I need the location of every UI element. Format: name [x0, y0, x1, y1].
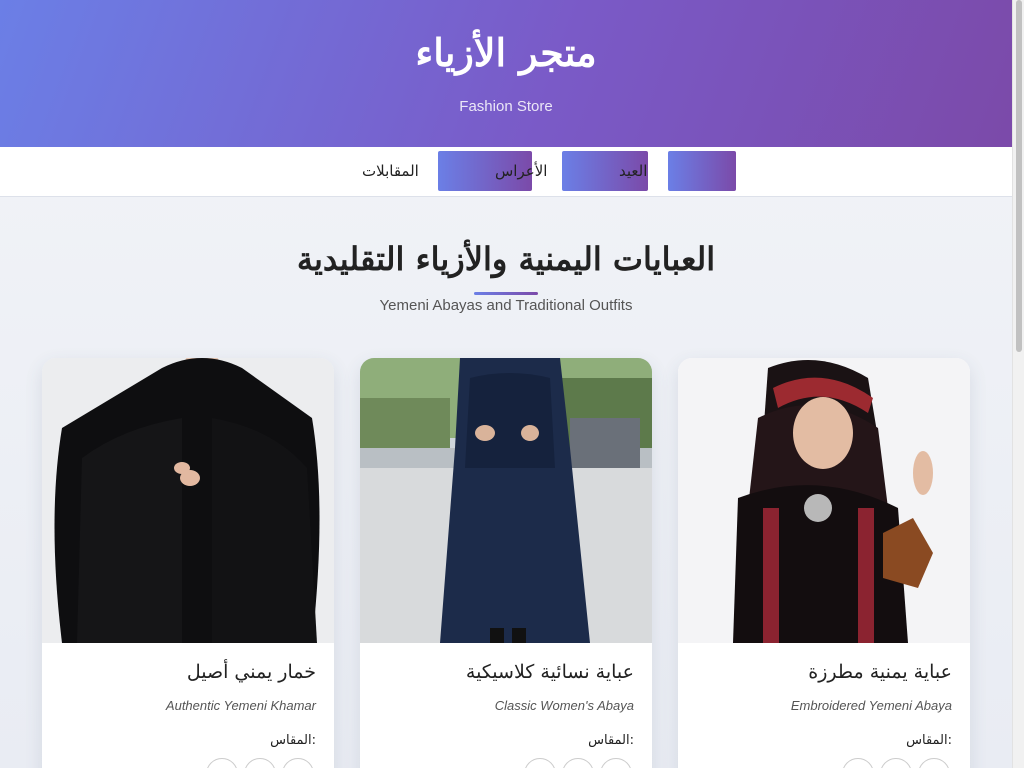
product-english-name: Authentic Yemeni Khamar: [165, 698, 316, 713]
category-nav: المقابلات الأعراس العيد: [0, 147, 1012, 197]
size-option[interactable]: [244, 758, 276, 768]
product-name: خمار يمني أصيل: [186, 661, 316, 683]
size-option[interactable]: [842, 758, 874, 768]
size-option[interactable]: [562, 758, 594, 768]
vertical-scrollbar[interactable]: [1012, 0, 1024, 768]
size-option[interactable]: [918, 758, 950, 768]
product-english-name: Classic Women's Abaya: [494, 698, 634, 713]
size-option[interactable]: [880, 758, 912, 768]
section-subtitle: Yemeni Abayas and Traditional Outfits: [379, 297, 633, 314]
product-card-embroidered-abaya[interactable]: عباية يمنية مطرزة Embroidered Yemeni Aba…: [678, 358, 970, 768]
size-option[interactable]: [206, 758, 238, 768]
product-image-classic-abaya[interactable]: [360, 358, 652, 643]
size-option[interactable]: [600, 758, 632, 768]
sizes-label: المقاس:: [270, 733, 316, 748]
section-title: العبايات اليمنية والأزياء التقليدية: [296, 240, 716, 278]
sizes-label: المقاس:: [906, 733, 952, 748]
section-divider: [474, 292, 538, 295]
nav-item-weddings[interactable]: الأعراس: [495, 162, 547, 180]
product-image-khamar[interactable]: [42, 358, 334, 643]
nav-button-extra[interactable]: [668, 151, 736, 191]
product-card-khamar[interactable]: خمار يمني أصيل Authentic Yemeni Khamar ا…: [42, 358, 334, 768]
nav-item-interviews[interactable]: المقابلات: [362, 162, 419, 180]
product-image-embroidered-abaya[interactable]: [678, 358, 970, 643]
sizes-label: المقاس:: [588, 733, 634, 748]
page: متجر الأزياء Fashion Store المقابلات الأ…: [0, 0, 1012, 768]
site-header: متجر الأزياء Fashion Store: [0, 0, 1012, 147]
product-name: عباية نسائية كلاسيكية: [465, 661, 634, 683]
nav-item-eid[interactable]: العيد: [619, 162, 647, 180]
scrollbar-thumb[interactable]: [1016, 0, 1022, 352]
product-card-classic-abaya[interactable]: عباية نسائية كلاسيكية Classic Women's Ab…: [360, 358, 652, 768]
product-name: عباية يمنية مطرزة: [808, 661, 952, 683]
size-option[interactable]: [524, 758, 556, 768]
store-subtitle: Fashion Store: [459, 98, 553, 115]
size-option[interactable]: [282, 758, 314, 768]
store-title: متجر الأزياء: [415, 30, 597, 75]
product-english-name: Embroidered Yemeni Abaya: [790, 698, 952, 713]
